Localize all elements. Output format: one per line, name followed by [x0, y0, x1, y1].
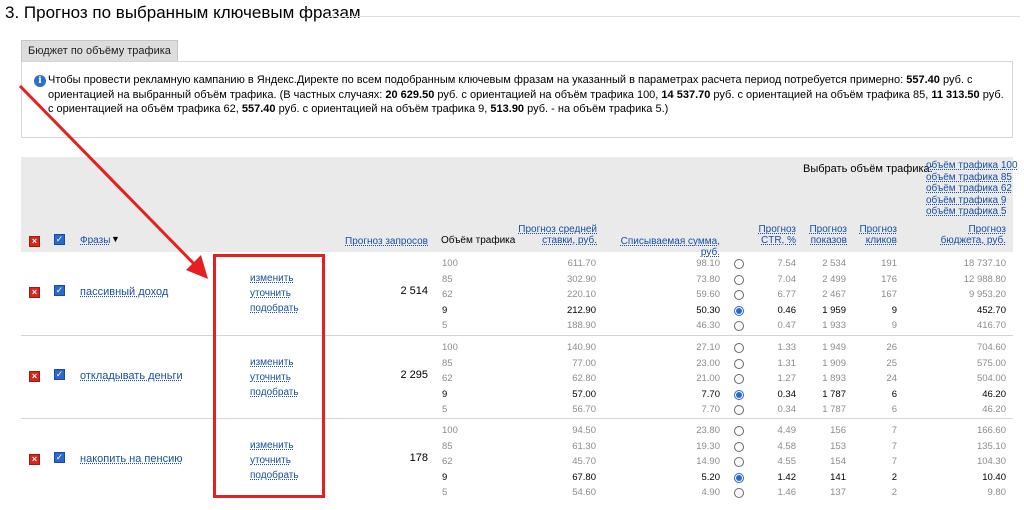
annotation-arrow [18, 84, 208, 279]
